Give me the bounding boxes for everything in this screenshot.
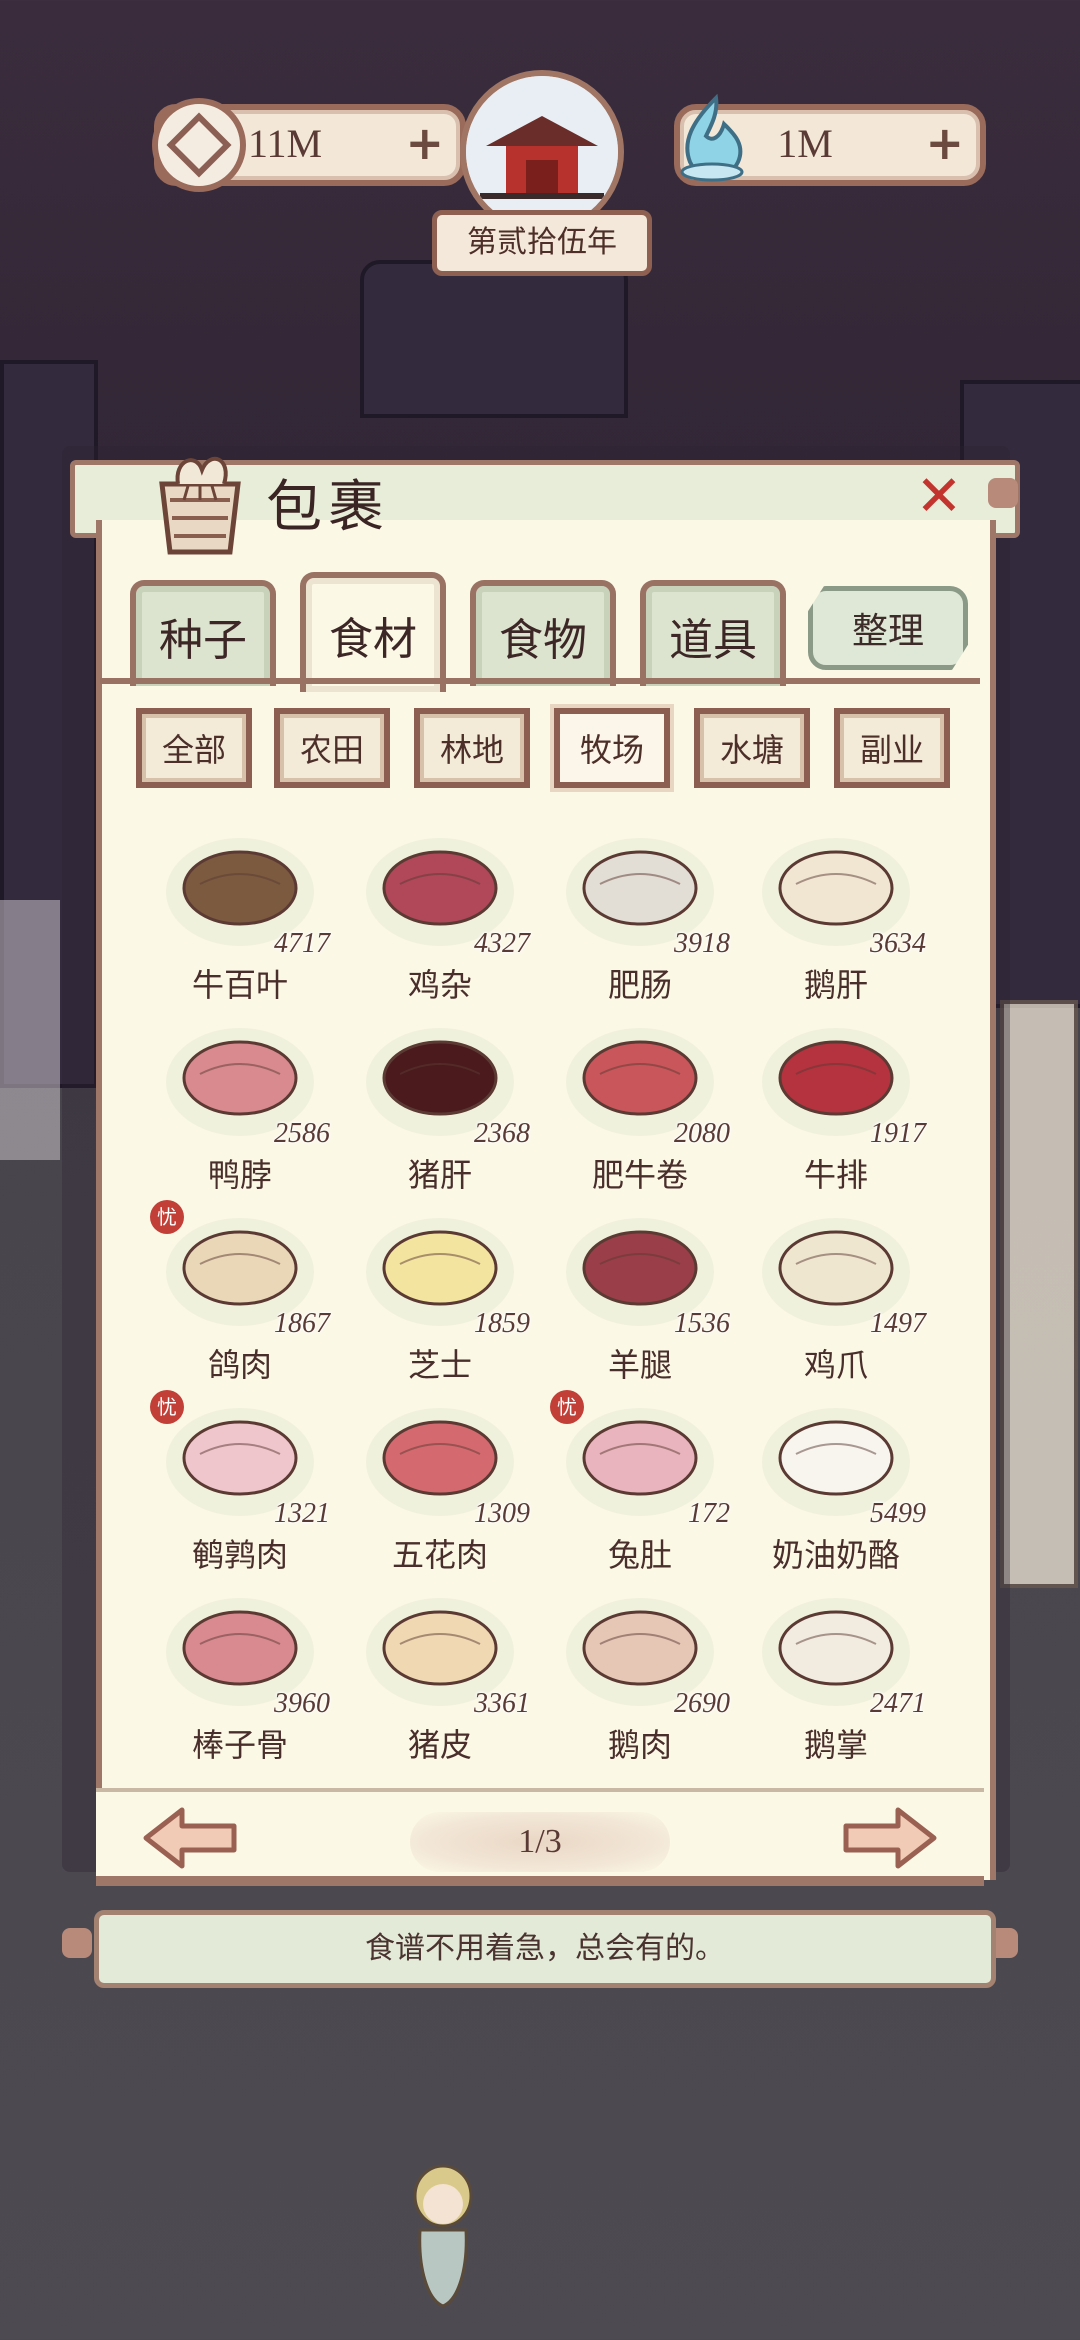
filter-pond[interactable]: 水塘 (694, 708, 810, 788)
item-count: 1859 (474, 1308, 530, 1339)
item-count: 2368 (474, 1118, 530, 1149)
inventory-item[interactable]: 4327 鸡杂 (340, 824, 540, 1014)
basket-icon (159, 456, 241, 555)
tab-ingredients[interactable]: 食材 (300, 572, 446, 692)
coin-icon (152, 98, 246, 192)
item-count: 172 (688, 1498, 730, 1529)
inventory-item[interactable]: 2368 猪肝 (340, 1014, 540, 1204)
scroll-rod-end (988, 478, 1018, 508)
item-count: 1536 (674, 1308, 730, 1339)
item-name: 棒子骨 (191, 1726, 288, 1764)
add-spirit-button[interactable]: + (925, 120, 964, 166)
item-count: 4327 (474, 928, 530, 959)
inventory-item[interactable]: 1497 鸡爪 (736, 1204, 936, 1394)
item-name: 鸽肉 (207, 1346, 272, 1384)
item-name: 羊腿 (607, 1346, 672, 1384)
item-count: 3634 (870, 928, 926, 959)
item-name: 鹌鹑肉 (191, 1536, 288, 1574)
item-count: 2586 (274, 1118, 330, 1149)
hint-text: 食谱不用着急，总会有的。 (94, 1910, 996, 1988)
add-coins-button[interactable]: + (405, 120, 444, 166)
inventory-item[interactable]: 1536 羊腿 (540, 1204, 740, 1394)
item-count: 1321 (274, 1498, 330, 1529)
item-count: 1917 (870, 1118, 926, 1149)
year-label: 第贰拾伍年 (432, 210, 652, 276)
inventory-item[interactable]: 忧 1867 鸽肉 (140, 1200, 340, 1394)
inventory-item[interactable]: 1859 芝士 (340, 1204, 540, 1394)
item-count: 2690 (674, 1688, 730, 1719)
close-button[interactable]: ✕ (912, 469, 966, 525)
inventory-item[interactable]: 忧 172 兔肚 (540, 1390, 740, 1584)
background-wall (0, 900, 60, 1160)
inventory-item[interactable]: 3918 肥肠 (540, 824, 740, 1014)
next-page-arrow-icon[interactable] (842, 1806, 938, 1870)
filter-woodland[interactable]: 林地 (414, 708, 530, 788)
item-name: 兔肚 (607, 1536, 672, 1574)
item-name: 猪皮 (407, 1726, 472, 1764)
tab-tools[interactable]: 道具 (640, 580, 786, 686)
panel-bottom-edge (96, 1876, 984, 1886)
item-name: 鹅肝 (803, 966, 868, 1004)
previous-page-arrow-icon[interactable] (142, 1806, 238, 1870)
item-name: 奶油奶酪 (771, 1536, 900, 1574)
player-character[interactable] (398, 2160, 488, 2310)
item-name: 鸭脖 (207, 1156, 272, 1194)
inventory-item[interactable]: 2586 鸭脖 (140, 1014, 340, 1204)
item-name: 鹅肉 (607, 1726, 672, 1764)
spirit-flame-icon (680, 93, 744, 182)
item-name: 猪肝 (407, 1156, 472, 1194)
item-name: 鸡爪 (803, 1346, 868, 1384)
filter-sideline[interactable]: 副业 (834, 708, 950, 788)
item-count: 2471 (870, 1688, 926, 1719)
page-indicator: 1/3 (410, 1812, 670, 1872)
item-name: 肥牛卷 (591, 1156, 688, 1194)
item-name: 芝士 (407, 1346, 472, 1384)
inventory-item[interactable]: 1309 五花肉 (340, 1394, 540, 1584)
inventory-item[interactable]: 2471 鹅掌 (736, 1584, 936, 1774)
item-count: 4717 (274, 928, 330, 959)
filter-all[interactable]: 全部 (136, 708, 252, 788)
background-signboard (1000, 1000, 1078, 1588)
sort-button[interactable]: 整理 (808, 586, 968, 670)
pavilion-icon (466, 76, 618, 228)
item-name: 肥肠 (607, 966, 672, 1004)
item-count: 1867 (274, 1308, 330, 1339)
item-name: 牛排 (803, 1156, 868, 1194)
item-count: 1309 (474, 1498, 530, 1529)
background-castle (360, 260, 628, 418)
inventory-item[interactable]: 5499 奶油奶酪 (736, 1394, 936, 1584)
rare-badge-icon: 忧 (150, 1200, 184, 1234)
item-count: 2080 (674, 1118, 730, 1149)
filter-farmland[interactable]: 农田 (274, 708, 390, 788)
item-count: 1497 (870, 1308, 926, 1339)
inventory-item[interactable]: 4717 牛百叶 (140, 824, 340, 1014)
inventory-item[interactable]: 3361 猪皮 (340, 1584, 540, 1774)
tab-divider (100, 678, 980, 684)
filter-pasture[interactable]: 牧场 (554, 708, 670, 788)
item-name: 鹅掌 (803, 1726, 868, 1764)
inventory-item[interactable]: 忧 1321 鹌鹑肉 (140, 1390, 340, 1584)
item-count: 5499 (870, 1498, 926, 1529)
item-count: 3918 (674, 928, 730, 959)
item-name: 鸡杂 (407, 966, 472, 1004)
item-count: 3960 (274, 1688, 330, 1719)
rare-badge-icon: 忧 (550, 1390, 584, 1424)
inventory-item[interactable]: 2080 肥牛卷 (540, 1014, 740, 1204)
tab-food[interactable]: 食物 (470, 580, 616, 686)
rare-badge-icon: 忧 (150, 1390, 184, 1424)
item-count: 3361 (474, 1688, 530, 1719)
inventory-item[interactable]: 1917 牛排 (736, 1014, 936, 1204)
item-name: 五花肉 (391, 1536, 488, 1574)
item-name: 牛百叶 (191, 966, 288, 1004)
inventory-item[interactable]: 3634 鹅肝 (736, 824, 936, 1014)
inventory-item[interactable]: 2690 鹅肉 (540, 1584, 740, 1774)
tab-seeds[interactable]: 种子 (130, 580, 276, 686)
scroll-rod-end (62, 1928, 92, 1958)
inventory-item[interactable]: 3960 棒子骨 (140, 1584, 340, 1774)
panel-title: 包裹 (266, 475, 390, 540)
